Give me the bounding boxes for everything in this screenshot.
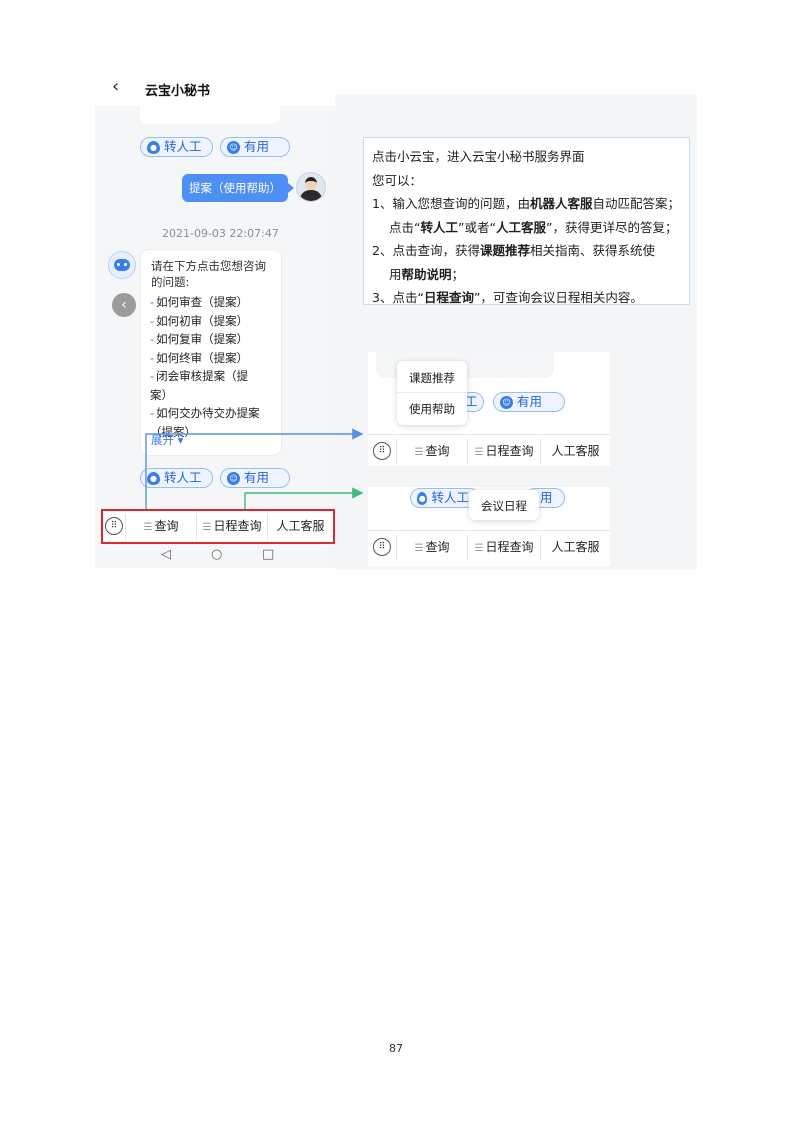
schedule-arrow xyxy=(244,487,364,509)
query-arrow xyxy=(145,428,364,509)
connector-arrows xyxy=(145,428,364,509)
page-number: 87 xyxy=(389,1042,403,1055)
